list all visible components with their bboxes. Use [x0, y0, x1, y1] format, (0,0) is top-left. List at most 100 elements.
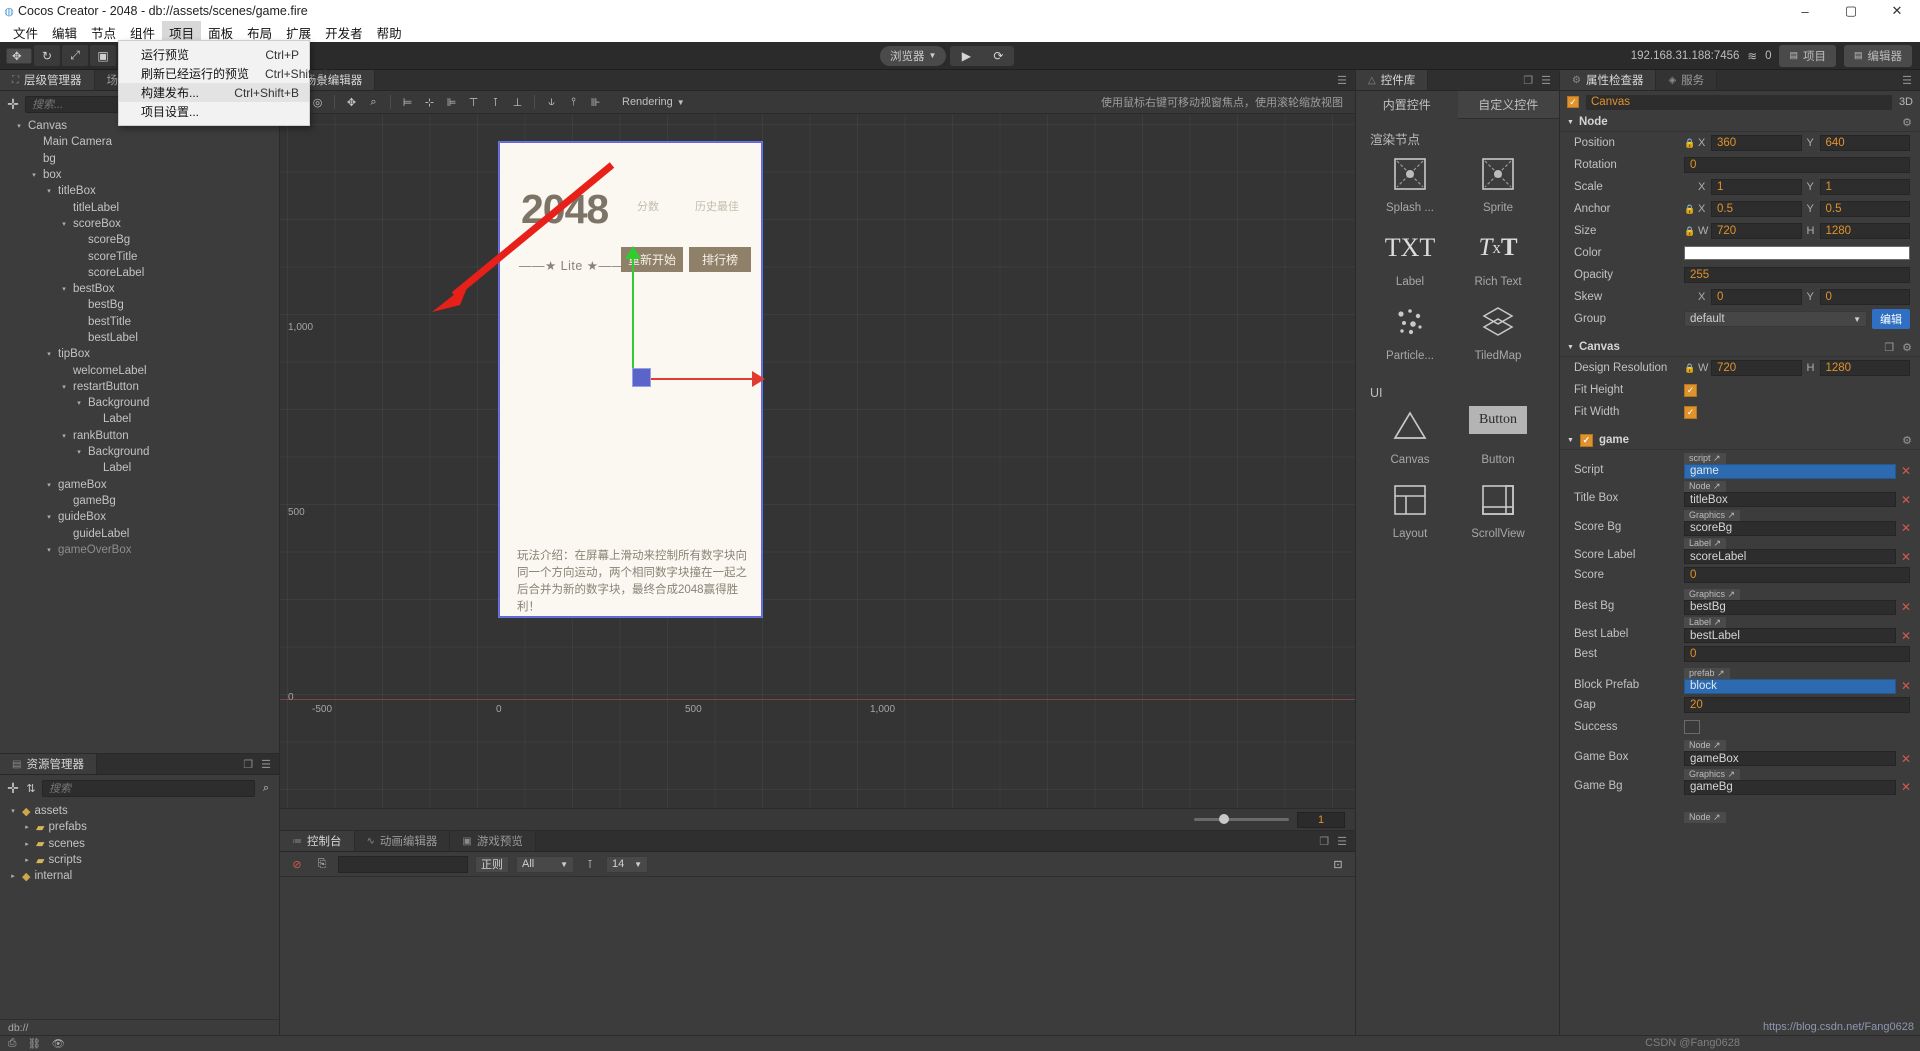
clear-console-icon[interactable]: ⊘ [288, 856, 306, 873]
widget-particle[interactable]: Particle... [1366, 302, 1454, 362]
console-regex-toggle[interactable]: 正则 [475, 855, 509, 873]
section-canvas-header[interactable]: ▼ Canvas ❐ ⚙ [1560, 338, 1920, 357]
hierarchy-node-guideLabel[interactable]: ▾guideLabel [0, 525, 279, 541]
hierarchy-node-Background[interactable]: ▾ Background [0, 395, 279, 411]
hierarchy-node-box[interactable]: ▾ box [0, 167, 279, 183]
chevron-down-icon[interactable]: ▾ [59, 285, 69, 293]
hierarchy-node-scoreBg[interactable]: ▾scoreBg [0, 232, 279, 248]
clear-ref-icon[interactable]: ✕ [1900, 629, 1912, 643]
widget-button[interactable]: Button Button [1454, 406, 1542, 466]
position-x-input[interactable]: 360 [1711, 135, 1802, 151]
section-game-header[interactable]: ▼ ✓ game ⚙ [1560, 431, 1920, 450]
menu-project-settings[interactable]: 项目设置... [119, 102, 309, 121]
gizmo-center-handle[interactable] [632, 368, 651, 387]
minimize-button[interactable]: – [1782, 0, 1828, 22]
chevron-right-icon[interactable]: ▸ [22, 856, 32, 864]
menu-item-edit[interactable]: 编辑 [45, 21, 84, 44]
hierarchy-node-bestTitle[interactable]: ▾bestTitle [0, 314, 279, 330]
menu-build-publish[interactable]: 构建发布... Ctrl+Shift+B [119, 83, 309, 102]
align-top-icon[interactable]: ⊤ [464, 94, 483, 111]
copy-console-icon[interactable]: ⎘ [313, 856, 331, 873]
hierarchy-node-bestBg[interactable]: ▾bestBg [0, 297, 279, 313]
move-tool-icon[interactable]: ✥ [6, 47, 32, 64]
pan-tool-icon[interactable]: ✥ [342, 94, 361, 111]
scale-x-input[interactable]: 1 [1711, 179, 1802, 195]
game-component-checkbox[interactable]: ✓ [1579, 433, 1593, 447]
tab-animation-editor[interactable]: ∿ 动画编辑器 [354, 831, 451, 851]
fit-width-checkbox[interactable]: ✓ [1684, 405, 1697, 419]
gizmo-y-axis[interactable] [632, 257, 634, 379]
subtab-custom-widgets[interactable]: 自定义控件 [1457, 91, 1559, 119]
opacity-input[interactable]: 255 [1684, 267, 1910, 283]
console-popout-icon[interactable]: ❐ [1319, 835, 1329, 848]
chevron-down-icon[interactable]: ▾ [59, 432, 69, 440]
lock-icon[interactable]: 🔒 [1684, 226, 1695, 237]
game-score-bg-ref[interactable]: scoreBg [1684, 520, 1896, 536]
chevron-down-icon[interactable]: ▾ [74, 448, 84, 456]
tab-widget-library[interactable]: △ 控件库 [1356, 70, 1429, 90]
close-button[interactable]: ✕ [1874, 0, 1920, 22]
chevron-down-icon[interactable]: ▾ [44, 481, 54, 489]
zoom-tool-icon[interactable]: ⌕ [364, 94, 383, 111]
distribute-h-icon[interactable]: ⫝ [542, 94, 561, 111]
widget-tiledmap[interactable]: TiledMap [1454, 302, 1542, 362]
color-swatch[interactable] [1684, 246, 1910, 260]
align-bottom-icon[interactable]: ⊥ [508, 94, 527, 111]
game-best-label-ref[interactable]: bestLabel [1684, 628, 1896, 643]
clear-ref-icon[interactable]: ✕ [1900, 493, 1912, 507]
tab-editor[interactable]: ▤ 编辑器 [1843, 44, 1912, 67]
gear-icon[interactable]: ⚙ [1902, 116, 1912, 129]
chevron-right-icon[interactable]: ▸ [22, 823, 32, 831]
design-height-input[interactable]: 1280 [1819, 360, 1910, 376]
gizmo-x-axis[interactable] [634, 378, 757, 380]
widget-label[interactable]: TXT Label [1366, 228, 1454, 288]
pivot-icon[interactable]: ◎ [308, 94, 327, 111]
sort-assets-button[interactable]: ⇅ [24, 782, 38, 795]
preview-target-dropdown[interactable]: 浏览器 ▼ [880, 45, 947, 66]
game-block-prefab-ref[interactable]: block [1684, 678, 1896, 694]
play-button[interactable]: ▶ [950, 46, 982, 66]
chevron-down-icon[interactable]: ▾ [59, 383, 69, 391]
hierarchy-node-Label[interactable]: ▾Label [0, 411, 279, 427]
tab-assets[interactable]: ▤ 资源管理器 [0, 754, 97, 774]
widget-layout[interactable]: Layout [1366, 480, 1454, 540]
zoom-slider[interactable] [1194, 814, 1289, 824]
inspector-hamburger-icon[interactable]: ☰ [1902, 74, 1912, 87]
rect-tool-icon[interactable]: ▣ [90, 45, 116, 66]
design-width-input[interactable]: 720 [1711, 360, 1802, 376]
rotate-tool-icon[interactable]: ↻ [34, 45, 60, 66]
console-filter-input[interactable] [338, 855, 468, 873]
console-font-size-dropdown[interactable]: 14 ▼ [606, 855, 648, 873]
group-select[interactable]: default ▼ [1684, 311, 1867, 327]
hierarchy-node-scoreBox[interactable]: ▾ scoreBox [0, 216, 279, 232]
menu-item-file[interactable]: 文件 [6, 21, 45, 44]
zoom-slider-knob[interactable] [1219, 814, 1229, 824]
hierarchy-node-scoreTitle[interactable]: ▾scoreTitle [0, 248, 279, 264]
asset-node-scenes[interactable]: ▸ ▰ scenes [0, 836, 279, 852]
console-level-dropdown[interactable]: All ▼ [516, 855, 574, 873]
3d-toggle[interactable]: 3D [1899, 96, 1913, 108]
asset-node-prefabs[interactable]: ▸ ▰ prefabs [0, 819, 279, 835]
widget-sprite[interactable]: Sprite [1454, 154, 1542, 214]
size-w-input[interactable]: 720 [1711, 223, 1802, 239]
widget-splash[interactable]: Splash ... [1366, 154, 1454, 214]
game-best-input[interactable]: 0 [1684, 646, 1910, 662]
chevron-down-icon[interactable]: ▾ [44, 546, 54, 554]
clear-ref-icon[interactable]: ✕ [1900, 550, 1912, 564]
chevron-down-icon[interactable]: ▾ [44, 187, 54, 195]
chevron-down-icon[interactable]: ▾ [44, 350, 54, 358]
add-asset-button[interactable]: ✛ [6, 780, 20, 797]
lock-icon[interactable]: 🔒 [1684, 363, 1695, 374]
hierarchy-node-bestLabel[interactable]: ▾bestLabel [0, 330, 279, 346]
hierarchy-node-gameOverBox[interactable]: ▾ gameOverBox [0, 542, 279, 558]
position-y-input[interactable]: 640 [1819, 135, 1910, 151]
widget-scrollview[interactable]: ScrollView [1454, 480, 1542, 540]
widgets-popout-icon[interactable]: ❐ [1523, 74, 1533, 87]
hierarchy-node-guideBox[interactable]: ▾ guideBox [0, 509, 279, 525]
chevron-right-icon[interactable]: ▸ [8, 872, 18, 880]
hierarchy-node-scoreLabel[interactable]: ▾scoreLabel [0, 265, 279, 281]
menu-run-preview[interactable]: 运行预览 Ctrl+P [119, 45, 309, 64]
align-left-icon[interactable]: ⊨ [398, 94, 417, 111]
help-icon[interactable]: ❐ [1884, 341, 1894, 354]
menu-item-developer[interactable]: 开发者 [318, 21, 370, 44]
